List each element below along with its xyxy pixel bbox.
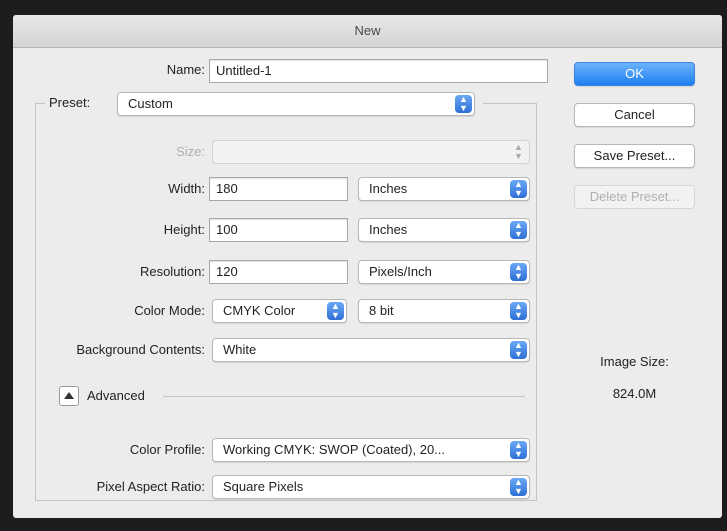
advanced-disclosure-button[interactable]	[59, 386, 79, 406]
height-unit-value: Inches	[369, 222, 408, 237]
height-unit-arrows-icon: ▲ ▼	[510, 221, 527, 239]
preset-group-line-right	[483, 103, 537, 104]
background-contents-value: White	[223, 342, 257, 357]
height-unit-select[interactable]: Inches ▲ ▼	[358, 218, 530, 242]
save-preset-button[interactable]: Save Preset...	[574, 144, 695, 168]
background-contents-arrows-icon: ▲ ▼	[510, 341, 527, 359]
color-profile-select[interactable]: Working CMYK: SWOP (Coated), 20... ▲ ▼	[212, 438, 530, 462]
width-label: Width:	[168, 181, 205, 196]
image-size-value: 824.0M	[612, 386, 657, 401]
bit-depth-arrows-icon: ▲ ▼	[510, 302, 527, 320]
width-unit-select[interactable]: Inches ▲ ▼	[358, 177, 530, 201]
color-mode-arrows-icon: ▲ ▼	[327, 302, 344, 320]
width-unit-value: Inches	[369, 181, 408, 196]
preset-label: Preset:	[49, 95, 91, 110]
preset-select[interactable]: Custom ▲ ▼	[117, 92, 475, 116]
color-mode-select[interactable]: CMYK Color ▲ ▼	[212, 299, 347, 323]
width-unit-arrows-icon: ▲ ▼	[510, 180, 527, 198]
resolution-label: Resolution:	[139, 264, 205, 279]
preset-group-line-right-side	[536, 103, 537, 500]
cancel-button[interactable]: Cancel	[574, 103, 695, 127]
color-profile-label: Color Profile:	[129, 442, 205, 457]
preset-value: Custom	[128, 96, 173, 111]
width-field[interactable]: 180	[209, 177, 348, 201]
color-profile-arrows-icon: ▲ ▼	[510, 441, 527, 459]
resolution-unit-select[interactable]: Pixels/Inch ▲ ▼	[358, 260, 530, 284]
name-label: Name:	[166, 62, 205, 77]
size-select: ▲ ▼	[212, 140, 530, 164]
pixel-aspect-ratio-select[interactable]: Square Pixels ▲ ▼	[212, 475, 530, 499]
resolution-field[interactable]: 120	[209, 260, 348, 284]
height-field[interactable]: 100	[209, 218, 348, 242]
delete-preset-button: Delete Preset...	[574, 185, 695, 209]
ok-button[interactable]: OK	[574, 62, 695, 86]
resolution-unit-arrows-icon: ▲ ▼	[510, 263, 527, 281]
preset-group-line-left-side	[35, 103, 36, 500]
size-label: Size:	[176, 144, 205, 159]
advanced-label: Advanced	[87, 388, 145, 403]
pixel-aspect-ratio-arrows-icon: ▲ ▼	[510, 478, 527, 496]
size-select-arrows-icon: ▲ ▼	[514, 142, 523, 161]
dialog-title: New	[13, 15, 722, 48]
bit-depth-select[interactable]: 8 bit ▲ ▼	[358, 299, 530, 323]
preset-group-line-bottom	[35, 500, 537, 501]
preset-select-arrows-icon: ▲ ▼	[455, 95, 472, 113]
color-profile-value: Working CMYK: SWOP (Coated), 20...	[223, 442, 446, 457]
pixel-aspect-ratio-label: Pixel Aspect Ratio:	[96, 479, 205, 494]
name-field[interactable]: Untitled-1	[209, 59, 548, 83]
color-mode-value: CMYK Color	[223, 303, 296, 318]
bit-depth-value: 8 bit	[369, 303, 394, 318]
new-document-dialog: New Name: Untitled-1 Preset: Custom ▲ ▼ S…	[13, 15, 722, 518]
image-size-label: Image Size:	[600, 354, 669, 369]
height-label: Height:	[163, 222, 205, 237]
background-contents-select[interactable]: White ▲ ▼	[212, 338, 530, 362]
preset-group-line-left	[35, 103, 45, 104]
disclosure-triangle-icon	[64, 392, 74, 399]
resolution-unit-value: Pixels/Inch	[369, 264, 432, 279]
background-contents-label: Background Contents:	[76, 342, 205, 357]
color-mode-label: Color Mode:	[134, 303, 205, 318]
pixel-aspect-ratio-value: Square Pixels	[223, 479, 304, 494]
advanced-separator	[163, 396, 525, 397]
